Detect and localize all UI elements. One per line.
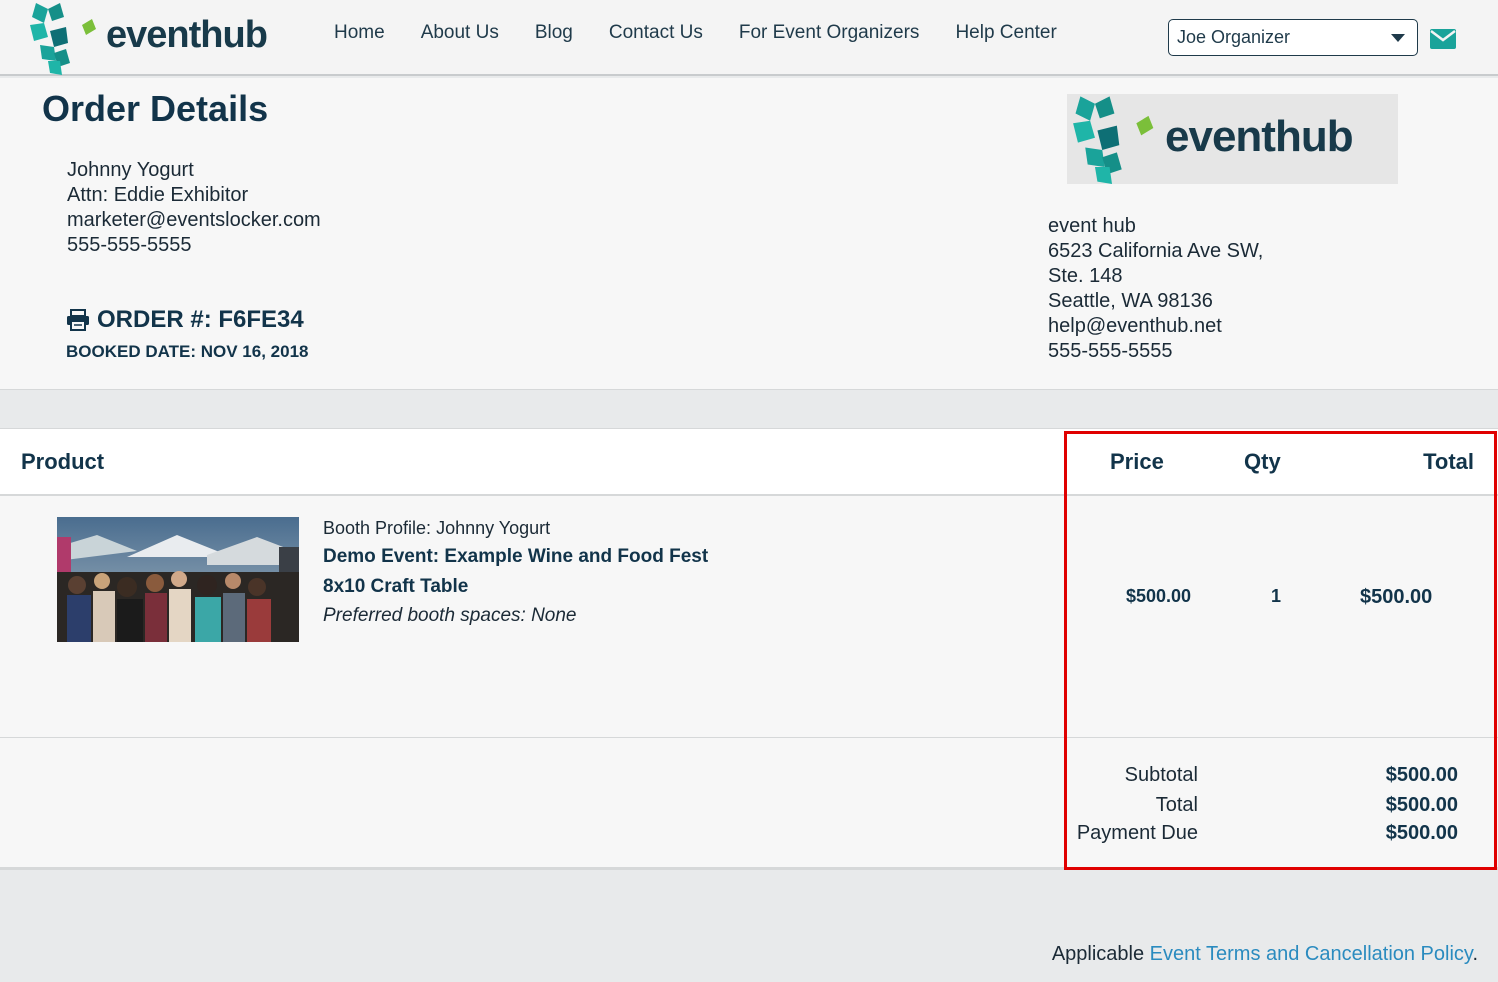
column-header-total: Total [1423,449,1474,474]
column-header-qty: Qty [1244,449,1281,474]
top-navigation-bar: eventhub Home About Us Blog Contact Us F… [0,0,1498,76]
nav-blog[interactable]: Blog [535,22,573,44]
seller-address-1: 6523 California Ave SW, [1048,240,1264,262]
seller-logo: eventhub [1067,94,1398,184]
seller-name: event hub [1048,215,1136,237]
printer-icon[interactable] [66,309,90,331]
nav-home[interactable]: Home [334,22,385,44]
seller-email: help@eventhub.net [1048,315,1222,337]
subtotal-label: Subtotal [1124,764,1198,786]
nav-about-us[interactable]: About Us [421,22,499,44]
seller-phone: 555-555-5555 [1048,340,1173,362]
terms-prefix: Applicable [1051,943,1150,965]
buyer-email: marketer@eventslocker.com [67,209,321,231]
nav-for-event-organizers[interactable]: For Event Organizers [739,22,920,44]
booked-date: BOOKED DATE: NOV 16, 2018 [66,342,309,361]
row-qty: 1 [1271,586,1282,606]
caret-down-icon [1391,34,1405,42]
row-total: $500.00 [1360,586,1433,608]
terms-link[interactable]: Event Terms and Cancellation Policy [1150,943,1473,965]
payment-due-value: $500.00 [1385,822,1458,844]
buyer-phone: 555-555-5555 [67,234,192,256]
mail-icon[interactable] [1430,29,1456,49]
eventhub-logo-mark-icon [1073,96,1154,184]
order-number-text: ORDER #: F6FE34 [97,306,304,333]
order-number: ORDER #: F6FE34 [66,306,304,334]
buyer-info: Johnny Yogurt Attn: Eddie Exhibitor mark… [67,158,321,258]
nav-contact-us[interactable]: Contact Us [609,22,703,44]
user-account-dropdown[interactable]: Joe Organizer [1168,19,1418,56]
column-header-price: Price [1110,449,1164,474]
page-title: Order Details [42,88,269,129]
event-photo [57,517,299,642]
order-table-header: Product Price Qty Total [0,428,1498,496]
total-value: $500.00 [1385,794,1458,816]
order-header-panel: Order Details Johnny Yogurt Attn: Eddie … [0,78,1498,390]
product-name: 8x10 Craft Table [323,576,469,597]
eventhub-logo-mark-icon [30,3,96,75]
payment-due-label: Payment Due [1076,822,1198,844]
subtotal-value: $500.00 [1385,764,1458,786]
eventhub-logo[interactable]: eventhub [26,0,268,76]
total-label: Total [1155,794,1198,816]
table-row: Booth Profile: Johnny Yogurt Demo Event:… [0,496,1498,738]
seller-logo-text: eventhub [1165,112,1354,161]
preferred-booth-spaces: Preferred booth spaces: None [323,605,577,626]
terms-suffix: . [1472,943,1478,965]
seller-address-2: Ste. 148 [1048,265,1123,287]
seller-city: Seattle, WA 98136 [1048,290,1213,312]
nav-help-center[interactable]: Help Center [955,22,1056,44]
column-header-product: Product [21,449,105,474]
user-account-selected: Joe Organizer [1177,27,1291,47]
terms-note: Applicable Event Terms and Cancellation … [1052,943,1478,966]
order-summary: Subtotal $500.00 Total $500.00 Payment D… [0,738,1498,870]
eventhub-logo-text: eventhub [106,13,268,56]
seller-info: event hub 6523 California Ave SW, Ste. 1… [1048,214,1263,364]
main-nav: Home About Us Blog Contact Us For Event … [334,22,1093,44]
event-name: Demo Event: Example Wine and Food Fest [323,546,709,567]
buyer-attn: Attn: Eddie Exhibitor [67,184,249,206]
booth-profile: Booth Profile: Johnny Yogurt [323,518,551,538]
buyer-name: Johnny Yogurt [67,159,194,181]
row-price: $500.00 [1126,586,1192,606]
